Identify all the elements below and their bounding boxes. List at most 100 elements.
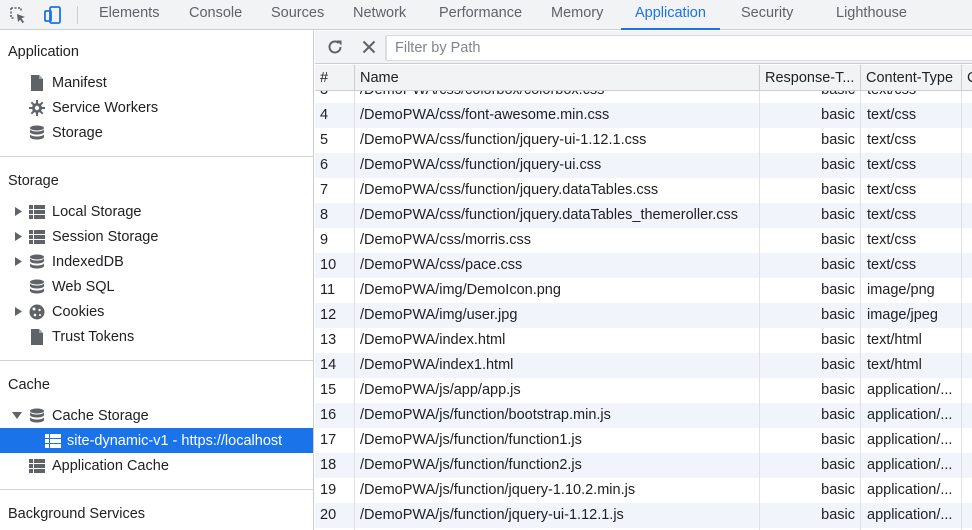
tab-security[interactable]: Security (739, 0, 795, 30)
sidebar-item-label: Local Storage (52, 203, 142, 220)
cell-content-type: text/css (867, 107, 917, 123)
sidebar-item-service-workers[interactable]: Service Workers (0, 95, 313, 120)
cell-response-type: basic (821, 457, 855, 473)
cell-response-type: basic (821, 107, 855, 123)
cell-index: 20 (320, 507, 337, 523)
table-row[interactable]: 3/DemoPWA/css/colorbox/colorbox.cssbasic… (315, 91, 972, 103)
sidebar-item-label: Cache Storage (52, 407, 149, 424)
expand-arrow-icon[interactable] (13, 232, 23, 242)
cell-name: /DemoPWA/css/pace.css (360, 257, 523, 273)
table-row[interactable]: 10/DemoPWA/css/pace.css basic text/css (315, 253, 972, 278)
sidebar-item-label: site-dynamic-v1 - https://localhost (67, 432, 283, 449)
inspect-element-icon[interactable] (6, 3, 30, 27)
column-header-name[interactable]: Name (355, 65, 760, 91)
filter-by-path-input[interactable] (386, 35, 972, 61)
table-row[interactable]: 8/DemoPWA/css/function/jquery.dataTables… (315, 203, 972, 228)
cell-name: /DemoPWA/css/function/jquery.dataTables_… (360, 207, 738, 223)
cell-name: /DemoPWA/index1.html (360, 357, 514, 373)
table-row[interactable]: 11/DemoPWA/img/DemoIcon.png basic image/pn… (315, 278, 972, 303)
table-row[interactable]: 19/DemoPWA/js/function/jquery-1.10.2.min… (315, 478, 972, 503)
cell-response-type: basic (821, 482, 855, 498)
cell-index: 15 (320, 382, 337, 398)
sidebar-item-storage[interactable]: Storage (0, 120, 313, 145)
cell-content-type: text/html (867, 357, 922, 373)
cell-index: 6 (320, 157, 329, 173)
column-header-response-type[interactable]: Response-T... (760, 65, 861, 91)
clear-icon[interactable] (359, 37, 379, 57)
database-icon (28, 124, 46, 142)
cell-index: 12 (320, 307, 337, 323)
cell-index: 9 (320, 232, 329, 248)
file-icon (28, 328, 46, 346)
cell-content-type: text/css (867, 207, 917, 223)
cell-index: 8 (320, 207, 329, 223)
device-toolbar-icon[interactable] (41, 3, 65, 27)
collapse-arrow-icon[interactable] (12, 411, 22, 421)
column-header-content-type[interactable]: Content-Type (861, 65, 962, 91)
table-row[interactable]: 6/DemoPWA/css/function/jquery-ui.css basi… (315, 153, 972, 178)
cell-name: /DemoPWA/js/function/bootstrap.min.js (360, 407, 611, 423)
sidebar-item-site-dynamic-cache[interactable]: site-dynamic-v1 - https://localhost (0, 428, 313, 453)
sidebar-item-web-sql[interactable]: Web SQL (0, 274, 313, 299)
sidebar-item-cache-storage[interactable]: Cache Storage (0, 403, 313, 428)
tab-application[interactable]: Application (621, 0, 720, 30)
sidebar-item-local-storage[interactable]: Local Storage (0, 199, 313, 224)
refresh-icon[interactable] (325, 37, 345, 57)
sidebar-item-session-storage[interactable]: Session Storage (0, 224, 313, 249)
tab-lighthouse[interactable]: Lighthouse (834, 0, 909, 30)
table-row[interactable]: 20/DemoPWA/js/function/jquery-ui-1.12.1.… (315, 503, 972, 528)
expand-arrow-icon[interactable] (13, 307, 23, 317)
cell-name: /DemoPWA/js/function/jquery-ui-1.12.1.js (360, 507, 624, 523)
cell-response-type: basic (821, 232, 855, 248)
grid-icon (28, 457, 46, 475)
cell-name: /DemoPWA/css/colorbox/colorbox.css (355, 91, 759, 103)
cell-index: 13 (320, 332, 337, 348)
tab-sources[interactable]: Sources (269, 0, 326, 30)
tab-console[interactable]: Console (187, 0, 244, 30)
column-divider (860, 91, 861, 530)
database-icon (28, 407, 46, 425)
column-header-index[interactable]: # (315, 65, 355, 91)
table-row[interactable]: 15/DemoPWA/js/app/app.js basic application… (315, 378, 972, 403)
table-row[interactable]: 7/DemoPWA/css/function/jquery.dataTables… (315, 178, 972, 203)
cell-index: 11 (320, 282, 336, 298)
tab-elements[interactable]: Elements (97, 0, 161, 30)
table-row[interactable]: 4/DemoPWA/css/font-awesome.min.css basic t… (315, 103, 972, 128)
table-row[interactable]: 18/DemoPWA/js/function/function2.js basic… (315, 453, 972, 478)
expand-arrow-icon[interactable] (13, 257, 23, 267)
column-divider (961, 91, 962, 530)
column-header-content-length[interactable]: C (962, 65, 972, 91)
cell-content-type: application/... (867, 407, 953, 423)
table-row[interactable]: 13/DemoPWA/index.html basic text/html (315, 328, 972, 353)
table-row[interactable]: 5/DemoPWA/css/function/jquery-ui-1.12.1.… (315, 128, 972, 153)
tab-performance[interactable]: Performance (437, 0, 524, 30)
table-row[interactable]: 14/DemoPWA/index1.html basic text/html (315, 353, 972, 378)
cell-content-type: text/css (867, 232, 917, 248)
cell-response-type: basic (821, 207, 855, 223)
sidebar-item-cookies[interactable]: Cookies (0, 299, 313, 324)
column-divider (354, 91, 355, 530)
tab-memory[interactable]: Memory (549, 0, 605, 30)
sidebar-item-label: Web SQL (52, 278, 115, 295)
cell-name: /DemoPWA/index.html (360, 332, 506, 348)
table-row[interactable]: 16/DemoPWA/js/function/bootstrap.min.js b… (315, 403, 972, 428)
cell-response-type: basic (821, 407, 855, 423)
sidebar-item-trust-tokens[interactable]: Trust Tokens (0, 324, 313, 349)
cell-content-type: text/css (861, 91, 961, 103)
section-title-application: Application (8, 44, 79, 60)
cell-index: 19 (320, 482, 337, 498)
cell-index: 5 (320, 132, 329, 148)
cell-response-type: basic (821, 357, 855, 373)
sidebar-item-manifest[interactable]: Manifest (0, 70, 313, 95)
tab-network[interactable]: Network (351, 0, 408, 30)
table-row[interactable]: 17/DemoPWA/js/function/function1.js basic… (315, 428, 972, 453)
sidebar-item-application-cache[interactable]: Application Cache (0, 453, 313, 478)
section-divider (0, 360, 313, 361)
sidebar-item-indexeddb[interactable]: IndexedDB (0, 249, 313, 274)
cell-index: 17 (320, 432, 337, 448)
cell-index: 7 (320, 182, 329, 198)
table-row[interactable]: 12/DemoPWA/img/user.jpg basic image/jpeg (315, 303, 972, 328)
table-row[interactable]: 9/DemoPWA/css/morris.css basic text/css (315, 228, 972, 253)
expand-arrow-icon[interactable] (13, 207, 23, 217)
table-header: # Name Response-T... Content-Type C (315, 65, 972, 91)
